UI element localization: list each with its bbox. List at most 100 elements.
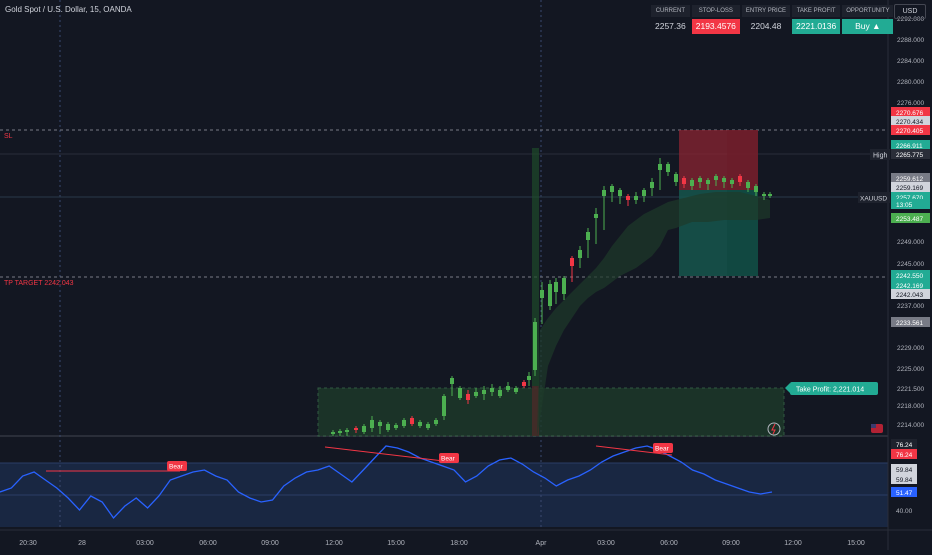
time-axis: 20:30 28 03:00 06:00 09:00 12:00 15:00 18:00 Apr… [19, 540, 865, 547]
candle-body [490, 388, 494, 392]
indicator-tick: 59.84 [896, 467, 913, 474]
candle-body [738, 176, 742, 182]
candle-body [698, 178, 702, 182]
indicator-tick: 40.00 [896, 508, 913, 515]
candle-body [548, 284, 552, 306]
price-tick: 2284.000 [897, 58, 924, 65]
high-tag: High [873, 153, 888, 160]
take-profit-note-arrow [785, 383, 790, 393]
time-tick: 18:00 [450, 540, 468, 547]
entry-value: 2204.48 [741, 19, 791, 34]
symbol-title[interactable]: Gold Spot / U.S. Dollar, 15, OANDA [5, 5, 132, 14]
indicator-tick: 76.24 [896, 452, 913, 459]
time-tick: 12:00 [784, 540, 802, 547]
entry-column: ENTRY PRICE 2204.48 [741, 5, 791, 34]
candle-body [527, 376, 531, 380]
bear-badge-label: Bear [655, 446, 670, 453]
price-tick: 2218.000 [897, 403, 924, 410]
price-tick: 2288.000 [897, 37, 924, 44]
buy-button[interactable]: Buy ▲ [842, 19, 894, 34]
time-tick: 15:00 [387, 540, 405, 547]
symbol-tag: XAUUSD [860, 196, 887, 203]
opportunity-header: OPPORTUNITY [842, 5, 894, 17]
price-tick: 2225.000 [897, 366, 924, 373]
divergence-line [324, 446, 453, 463]
candle-body [722, 178, 726, 182]
candle-body [626, 196, 630, 200]
price-tick: 2237.000 [897, 303, 924, 310]
candle-body [331, 432, 335, 434]
candle-body [474, 392, 478, 396]
time-tick: 09:00 [722, 540, 740, 547]
price-tick: 2276.000 [897, 100, 924, 107]
time-tick: 09:00 [261, 540, 279, 547]
candle-body [674, 174, 678, 182]
candle-body [658, 164, 662, 170]
candle-body [690, 180, 694, 186]
candle-body [602, 190, 606, 196]
candle-body [378, 422, 382, 426]
price-tick: 2245.000 [897, 261, 924, 268]
price-tag: 2266.911 [896, 143, 923, 150]
candle-body [540, 290, 544, 298]
candle-body [434, 420, 438, 424]
price-tag: 2259.612 [896, 176, 923, 183]
flag-icon-canton [871, 424, 876, 428]
chart-workspace[interactable]: 20:30 28 03:00 06:00 09:00 12:00 15:00 18:00 Apr… [0, 0, 932, 550]
candle-body [426, 424, 430, 428]
candle-body [482, 390, 486, 394]
candle-body [562, 278, 566, 294]
current-column: CURRENT 2257.36 [651, 5, 690, 34]
candle-body [730, 180, 734, 184]
candle-body [706, 180, 710, 184]
time-tick: 28 [78, 540, 86, 547]
current-header: CURRENT [651, 5, 690, 17]
indicator-tick: 59.84 [896, 477, 913, 484]
candle-body [642, 190, 646, 196]
candle-body [746, 182, 750, 188]
price-tag: 2270.405 [896, 128, 923, 135]
current-value: 2257.36 [651, 19, 690, 34]
take-profit-value: 2221.0136 [792, 19, 841, 34]
sl-label: SL [4, 133, 13, 140]
trade-panel: CURRENT 2257.36 STOP-LOSS 2193.4576 ENTR… [651, 5, 894, 34]
tp-target-label: TP TARGET 2242.043 [4, 280, 74, 287]
candle-body [354, 428, 358, 430]
candle-body [650, 182, 654, 188]
time-tick: 20:30 [19, 540, 37, 547]
price-tick: 2249.000 [897, 239, 924, 246]
candle-body [634, 196, 638, 200]
stop-loss-value: 2193.4576 [691, 19, 740, 34]
price-tag: 2259.169 [896, 185, 923, 192]
candle-body [466, 394, 470, 400]
price-tag: 2270.676 [896, 110, 923, 117]
entry-header: ENTRY PRICE [741, 5, 791, 17]
candle-body [386, 424, 390, 430]
time-tick: 15:00 [847, 540, 865, 547]
candle-body [522, 382, 526, 386]
candle-body [594, 214, 598, 218]
candle-body [768, 194, 772, 196]
price-tag: 2242.550 [896, 273, 923, 280]
candle-body [610, 186, 614, 192]
candle-body [362, 426, 366, 432]
price-tag: 2242.169 [896, 283, 923, 290]
candle-body [410, 418, 414, 424]
chart-canvas[interactable]: 20:30 28 03:00 06:00 09:00 12:00 15:00 18:00 Apr… [0, 0, 932, 550]
time-tick: 03:00 [136, 540, 154, 547]
candle-body [370, 420, 374, 428]
price-axis: 2292.0002288.0002284.0002280.0002276.000… [891, 16, 930, 515]
candle-body [618, 190, 622, 196]
candle-body [418, 422, 422, 426]
candle-body [450, 378, 454, 384]
candle-body [442, 396, 446, 416]
bear-badge-label: Bear [169, 464, 184, 471]
candle-body [554, 282, 558, 292]
candle-body [714, 176, 718, 180]
candle-body [514, 388, 518, 392]
candle-body [506, 386, 510, 390]
candle-body [533, 322, 537, 370]
price-tick: 2214.000 [897, 422, 924, 429]
price-tag: 2265.775 [896, 152, 923, 159]
currency-selector[interactable]: USD [894, 4, 926, 19]
